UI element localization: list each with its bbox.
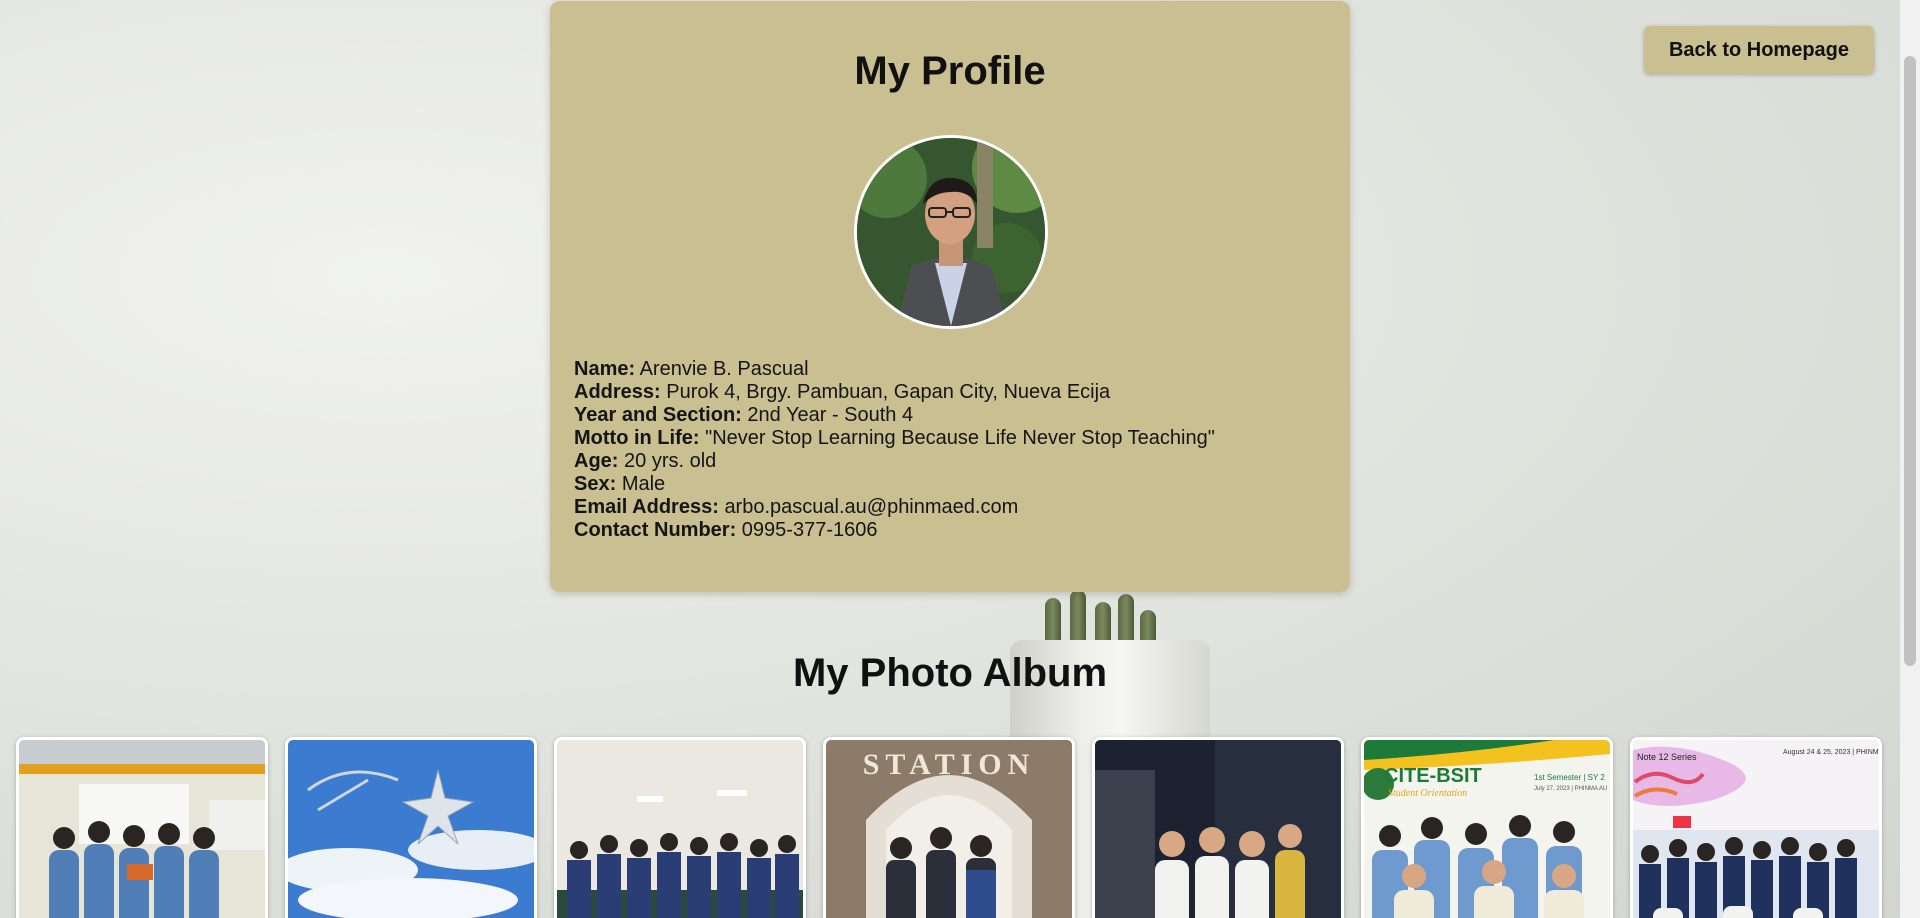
cite-subtitle-text: Student Orientation (1388, 788, 1467, 799)
profile-name-row: Name: Arenvie B. Pascual (574, 358, 1215, 381)
field-label: Age: (574, 450, 619, 472)
station-sign-text: STATION (863, 748, 1036, 781)
field-value: 2nd Year - South 4 (747, 404, 914, 426)
album-photo[interactable]: STATION (823, 737, 1075, 918)
profile-sex-row: Sex: Male (574, 473, 1215, 496)
field-value: arbo.pascual.au@phinmaed.com (724, 496, 1019, 518)
cite-banner-text: CITE-BSIT (1384, 765, 1482, 787)
profile-card: My Profile Name: Arenvie B. Pascual Addr… (550, 1, 1350, 592)
profile-title: My Profile (854, 49, 1046, 93)
album-photo[interactable]: CITE-BSIT Student Orientation 1st Semest… (1361, 737, 1613, 918)
profile-email-row: Email Address: arbo.pascual.au@phinmaed.… (574, 496, 1215, 519)
profile-contact-row: Contact Number: 0995-377-1606 (574, 519, 1215, 542)
field-value: 0995-377-1606 (741, 519, 878, 541)
field-value: Male (621, 473, 666, 495)
profile-year-section-row: Year and Section: 2nd Year - South 4 (574, 404, 1215, 427)
note-header-text: Note 12 Series (1637, 752, 1697, 762)
album-photo[interactable] (1092, 737, 1344, 918)
profile-info: Name: Arenvie B. Pascual Address: Purok … (574, 358, 1215, 542)
back-to-homepage-button[interactable]: Back to Homepage (1644, 26, 1874, 74)
field-value: 20 yrs. old (624, 450, 717, 472)
note-date-text: August 24 & 25, 2023 | PHINM (1783, 749, 1879, 756)
album-photo[interactable] (16, 737, 268, 918)
vertical-scrollbar[interactable] (1900, 0, 1920, 918)
field-label: Name: (574, 358, 636, 380)
cite-date-text: July 27, 2023 | PHINMA AU (1534, 786, 1607, 792)
profile-age-row: Age: 20 yrs. old (574, 450, 1215, 473)
profile-motto-row: Motto in Life: "Never Stop Learning Beca… (574, 427, 1215, 450)
field-label: Contact Number: (574, 519, 737, 541)
profile-address-row: Address: Purok 4, Brgy. Pambuan, Gapan C… (574, 381, 1215, 404)
field-value: Arenvie B. Pascual (639, 358, 809, 380)
field-label: Address: (574, 381, 661, 403)
field-label: Year and Section: (574, 404, 742, 426)
album-photo[interactable] (554, 737, 806, 918)
album-photo[interactable] (285, 737, 537, 918)
album-photo[interactable]: Note 12 Series August 24 & 25, 2023 | PH… (1630, 737, 1882, 918)
profile-avatar (854, 135, 1048, 329)
field-value: "Never Stop Learning Because Life Never … (705, 427, 1215, 449)
field-label: Motto in Life: (574, 427, 700, 449)
field-label: Email Address: (574, 496, 719, 518)
scrollbar-thumb[interactable] (1904, 56, 1916, 666)
photo-album: STATION CITE-BSIT Student Orientation 1s… (16, 737, 1906, 918)
cite-semester-text: 1st Semester | SY 2 (1534, 773, 1605, 782)
field-value: Purok 4, Brgy. Pambuan, Gapan City, Nuev… (666, 381, 1111, 403)
field-label: Sex: (574, 473, 617, 495)
album-title: My Photo Album (792, 651, 1108, 695)
